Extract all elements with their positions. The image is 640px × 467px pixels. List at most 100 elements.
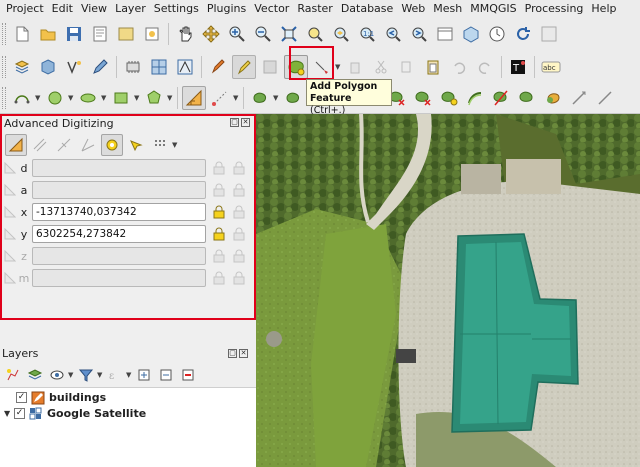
menu-edit[interactable]: Edit	[48, 0, 77, 17]
lock-icon[interactable]	[212, 227, 226, 241]
split-parts-icon[interactable]	[515, 86, 539, 110]
repeat-lock-icon[interactable]	[232, 227, 246, 241]
expand-all-icon[interactable]	[134, 365, 154, 385]
float-panel-icon[interactable]: ▢	[228, 349, 237, 358]
new-3d-view-icon[interactable]	[459, 22, 483, 46]
manage-visibility-icon[interactable]	[47, 365, 67, 385]
perpendicular-icon[interactable]	[53, 134, 75, 156]
m-field[interactable]	[32, 269, 206, 287]
lock-icon[interactable]	[212, 205, 226, 219]
toggle-editing-icon[interactable]	[232, 54, 256, 79]
float-panel-icon[interactable]: ▢	[230, 118, 239, 127]
style-manager-icon[interactable]	[114, 22, 138, 46]
trim-extend-icon[interactable]	[593, 86, 617, 110]
new-print-layout-icon[interactable]	[88, 22, 112, 46]
open-project-icon[interactable]	[36, 22, 60, 46]
repeat-lock-icon[interactable]	[232, 205, 246, 219]
floater-icon[interactable]	[125, 134, 147, 156]
save-project-icon[interactable]	[62, 22, 86, 46]
circular-string-dropdown[interactable]: ▼	[35, 94, 42, 102]
map-canvas[interactable]	[256, 114, 640, 467]
x-coordinate-field[interactable]: -13713740,037342	[32, 203, 206, 221]
zoom-out-icon[interactable]	[251, 22, 275, 46]
zoom-full-icon[interactable]	[277, 22, 301, 46]
advanced-digitizing-tools-icon[interactable]	[182, 86, 206, 110]
snapping-dropdown[interactable]: ▼	[233, 94, 240, 102]
construction-mode-icon[interactable]	[77, 134, 99, 156]
refresh-icon[interactable]	[511, 22, 535, 46]
menu-layer[interactable]: Layer	[111, 0, 150, 17]
zoom-native-icon[interactable]: 1:1	[355, 22, 379, 46]
add-circle-icon[interactable]	[43, 86, 67, 110]
layer-row-buildings[interactable]: ✓ buildings	[16, 390, 106, 405]
new-map-view-icon[interactable]	[433, 22, 457, 46]
repeat-lock-icon[interactable]	[232, 271, 246, 285]
relative-toggle-icon[interactable]	[4, 250, 16, 262]
menu-processing[interactable]: Processing	[521, 0, 588, 17]
close-panel-icon[interactable]: ✕	[239, 349, 248, 358]
toolbar-grip[interactable]	[2, 87, 6, 109]
parallel-icon[interactable]	[29, 134, 51, 156]
temporal-controller-icon[interactable]	[485, 22, 509, 46]
menu-database[interactable]: Database	[337, 0, 398, 17]
z-field[interactable]	[32, 247, 206, 265]
y-coordinate-field[interactable]: 6302254,273842	[32, 225, 206, 243]
snap-grid-dropdown[interactable]: ▼	[172, 141, 179, 149]
add-group-icon[interactable]	[25, 365, 45, 385]
filter-legend-icon[interactable]	[76, 365, 96, 385]
zoom-selection-icon[interactable]	[303, 22, 327, 46]
distance-field[interactable]	[32, 159, 206, 177]
lock-icon[interactable]	[212, 271, 226, 285]
repeat-lock-icon[interactable]	[232, 183, 246, 197]
add-ellipse-icon[interactable]	[76, 86, 100, 110]
paste-features-icon[interactable]	[421, 55, 445, 79]
circular-string-icon[interactable]	[10, 86, 34, 110]
remove-layer-icon[interactable]	[178, 365, 198, 385]
expand-arrow-icon[interactable]: ▼	[4, 409, 14, 418]
toolbar-grip[interactable]	[2, 55, 6, 78]
zoom-layer-icon[interactable]	[329, 22, 353, 46]
zoom-next-icon[interactable]	[407, 22, 431, 46]
rotate-feature-icon[interactable]	[248, 86, 272, 110]
menu-mmqgis[interactable]: MMQGIS	[466, 0, 520, 17]
rotate-dropdown[interactable]: ▼	[273, 94, 280, 102]
split-features-icon[interactable]	[489, 86, 513, 110]
repeat-lock-icon[interactable]	[232, 249, 246, 263]
virtual-layer-icon[interactable]	[121, 55, 145, 79]
vertex-tool-icon[interactable]	[310, 55, 334, 79]
digitize-pen-icon[interactable]	[88, 55, 112, 79]
filter-dropdown[interactable]: ▼	[97, 371, 104, 379]
add-ellipse-dropdown[interactable]: ▼	[101, 94, 108, 102]
add-regular-polygon-dropdown[interactable]: ▼	[167, 94, 174, 102]
new-geopackage-icon[interactable]	[36, 55, 60, 79]
visibility-dropdown[interactable]: ▼	[68, 371, 75, 379]
layer-visibility-checkbox[interactable]: ✓	[14, 408, 25, 419]
menu-mesh[interactable]: Mesh	[429, 0, 466, 17]
relative-toggle-icon[interactable]	[4, 162, 16, 174]
snap-grid-icon[interactable]	[149, 134, 171, 156]
offset-curve-icon[interactable]	[463, 86, 487, 110]
add-polygon-feature-icon[interactable]	[284, 54, 308, 79]
zoom-in-icon[interactable]	[225, 22, 249, 46]
lock-icon[interactable]	[212, 161, 226, 175]
text-annotation-icon[interactable]: T	[506, 55, 530, 79]
open-layer-styling-icon[interactable]	[3, 365, 23, 385]
menu-vector[interactable]: Vector	[250, 0, 293, 17]
pan-hand-icon[interactable]	[173, 22, 197, 46]
add-rectangle-dropdown[interactable]: ▼	[134, 94, 141, 102]
shape-digitize-icon[interactable]	[173, 55, 197, 79]
relative-toggle-icon[interactable]	[4, 228, 16, 240]
delete-part-icon[interactable]	[411, 86, 435, 110]
add-rectangle-icon[interactable]	[109, 86, 133, 110]
relative-toggle-icon[interactable]	[4, 272, 16, 284]
new-project-icon[interactable]	[10, 22, 34, 46]
menu-settings[interactable]: Settings	[150, 0, 203, 17]
layer-visibility-checkbox[interactable]: ✓	[16, 392, 27, 403]
menu-raster[interactable]: Raster	[293, 0, 336, 17]
add-circle-dropdown[interactable]: ▼	[68, 94, 75, 102]
lock-icon[interactable]	[212, 183, 226, 197]
angle-field[interactable]	[32, 181, 206, 199]
collapse-all-icon[interactable]	[156, 365, 176, 385]
zoom-last-icon[interactable]	[381, 22, 405, 46]
menu-project[interactable]: Project	[2, 0, 48, 17]
